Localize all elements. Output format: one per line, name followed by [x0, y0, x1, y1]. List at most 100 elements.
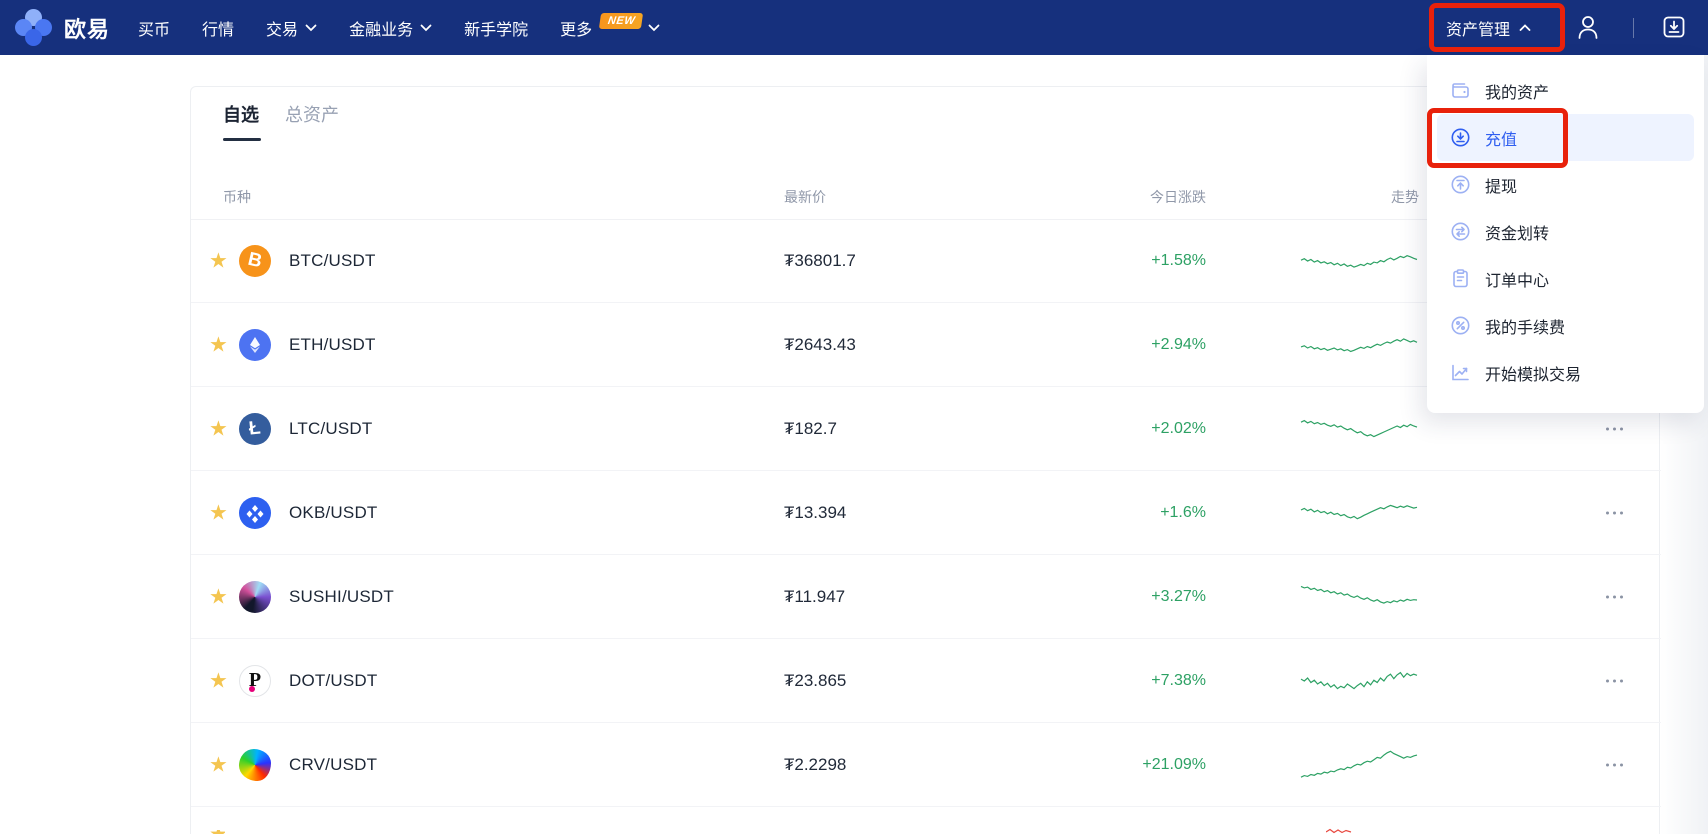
pair-name: ETH/USDT — [289, 334, 376, 354]
menu-item-withdraw[interactable]: 提现 — [1437, 161, 1694, 208]
trend-sparkline — [1300, 504, 1418, 519]
nav-item-trade[interactable]: 交易 — [266, 16, 317, 40]
nav-divider — [1633, 18, 1634, 38]
last-price: ₮2.2298 — [784, 754, 847, 774]
chevron-up-icon — [1519, 23, 1531, 32]
trend-sparkline — [1300, 337, 1418, 352]
more-options-button[interactable] — [1604, 589, 1625, 604]
account-icon[interactable] — [1576, 14, 1600, 40]
chevron-down-icon — [305, 24, 317, 32]
favorite-star-icon[interactable]: ★ — [209, 418, 228, 439]
menu-item-label: 充值 — [1485, 131, 1518, 149]
today-change: +21.09% — [1142, 755, 1206, 773]
favorite-star-icon[interactable]: ★ — [209, 586, 228, 607]
today-change: +2.02% — [1151, 419, 1206, 437]
favorite-star-icon[interactable]: ★ — [209, 250, 228, 271]
table-row-dot[interactable]: ★ P DOT/USDT ₮23.865 +7.38% — [191, 639, 1661, 723]
pair-name: SUSHI/USDT — [289, 586, 394, 606]
more-options-button[interactable] — [1604, 757, 1625, 772]
okx-logo-icon — [14, 7, 54, 49]
deposit-icon — [1450, 127, 1472, 149]
today-change: +1.58% — [1151, 251, 1206, 269]
sushi-coin-icon — [239, 580, 271, 613]
last-price: ₮13.394 — [784, 502, 847, 522]
table-row-sushi[interactable]: ★ SUSHI/USDT ₮11.947 +3.27% — [191, 555, 1661, 639]
header-last-price: 最新价 — [784, 189, 826, 205]
menu-item-label: 提现 — [1485, 178, 1518, 196]
partial-next-row-star: ★ — [209, 830, 225, 834]
page: 欧易 买币 行情 交易 金融业务 新手学院 更多 NEW 资产管理 自选 总资产… — [0, 0, 1708, 834]
crv-coin-icon — [239, 748, 271, 781]
pair-name: LTC/USDT — [289, 418, 373, 438]
partial-next-row-sparkline — [1326, 828, 1352, 834]
trend-sparkline — [1300, 585, 1418, 604]
pair-name: OKB/USDT — [289, 502, 378, 522]
pair-name: BTC/USDT — [289, 250, 376, 270]
okb-coin-icon — [239, 496, 271, 529]
favorite-star-icon[interactable]: ★ — [209, 670, 228, 691]
nav-item-buy-crypto[interactable]: 买币 — [138, 16, 170, 40]
favorite-star-icon[interactable]: ★ — [209, 502, 228, 523]
ltc-coin-icon: Ł — [239, 412, 271, 445]
last-price: ₮36801.7 — [784, 250, 856, 270]
menu-item-label: 开始模拟交易 — [1485, 366, 1582, 384]
menu-item-label: 资金划转 — [1485, 225, 1550, 243]
withdraw-icon — [1450, 174, 1472, 196]
okx-logo[interactable]: 欧易 — [14, 7, 110, 49]
tab-favorites[interactable]: 自选 — [223, 101, 261, 141]
last-price: ₮182.7 — [784, 418, 837, 438]
menu-item-my-fees[interactable]: 我的手续费 — [1437, 302, 1694, 349]
table-row-crv[interactable]: ★ CRV/USDT ₮2.2298 +21.09% — [191, 723, 1661, 807]
menu-item-deposit[interactable]: 充值 — [1437, 114, 1694, 161]
today-change: +2.94% — [1151, 335, 1206, 353]
last-price: ₮11.947 — [784, 586, 846, 606]
trend-sparkline — [1300, 419, 1418, 437]
nav-item-more[interactable]: 更多 NEW — [560, 12, 660, 40]
today-change: +3.27% — [1151, 587, 1206, 605]
download-app-icon[interactable] — [1662, 15, 1686, 39]
top-navbar: 欧易 买币 行情 交易 金融业务 新手学院 更多 NEW 资产管理 — [0, 0, 1708, 55]
pair-name: DOT/USDT — [289, 670, 378, 690]
assets-management-menu-button[interactable]: 资产管理 — [1432, 0, 1545, 55]
demo-trading-icon — [1450, 362, 1472, 384]
header-today-change: 今日涨跌 — [1150, 189, 1206, 205]
menu-item-demo-trading[interactable]: 开始模拟交易 — [1437, 349, 1694, 396]
menu-item-my-assets[interactable]: 我的资产 — [1437, 67, 1694, 114]
trend-sparkline — [1300, 254, 1418, 268]
chevron-down-icon — [648, 24, 660, 32]
more-options-button[interactable] — [1604, 673, 1625, 688]
menu-item-label: 我的手续费 — [1485, 319, 1566, 337]
pair-name: CRV/USDT — [289, 754, 378, 774]
assets-dropdown-menu: 我的资产 充值 提现 资金划转 订单中心 我的手续费 开始模拟交易 — [1427, 55, 1704, 413]
trend-sparkline — [1300, 671, 1418, 689]
btc-coin-icon: B — [239, 244, 271, 277]
tab-total-assets[interactable]: 总资产 — [285, 101, 339, 141]
menu-item-order-center[interactable]: 订单中心 — [1437, 255, 1694, 302]
header-trend: 走势 — [1391, 189, 1419, 205]
more-options-button[interactable] — [1604, 505, 1625, 520]
nav-item-financial[interactable]: 金融业务 — [349, 16, 432, 40]
nav-item-markets[interactable]: 行情 — [202, 16, 234, 40]
favorite-star-icon[interactable]: ★ — [209, 334, 228, 355]
favorite-star-icon[interactable]: ★ — [209, 754, 228, 775]
dot-coin-icon: P — [239, 664, 271, 697]
okx-logo-text: 欧易 — [64, 16, 111, 42]
eth-coin-icon — [239, 328, 271, 361]
menu-item-label: 我的资产 — [1485, 84, 1550, 102]
tab-bar: 自选 总资产 — [223, 101, 339, 141]
wallet-icon — [1450, 80, 1472, 102]
today-change: +7.38% — [1151, 671, 1206, 689]
header-coin: 币种 — [223, 189, 251, 205]
last-price: ₮23.865 — [784, 670, 847, 690]
more-options-button[interactable] — [1604, 421, 1625, 436]
menu-item-funds-transfer[interactable]: 资金划转 — [1437, 208, 1694, 255]
chevron-down-icon — [420, 24, 432, 32]
transfer-icon — [1450, 221, 1472, 243]
new-badge: NEW — [598, 12, 644, 29]
table-row-okb[interactable]: ★ OKB/USDT ₮13.394 +1.6% — [191, 471, 1661, 555]
orders-icon — [1450, 268, 1472, 290]
fees-icon — [1450, 315, 1472, 337]
last-price: ₮2643.43 — [784, 334, 856, 354]
trend-sparkline — [1300, 750, 1418, 778]
nav-item-academy[interactable]: 新手学院 — [464, 16, 528, 40]
